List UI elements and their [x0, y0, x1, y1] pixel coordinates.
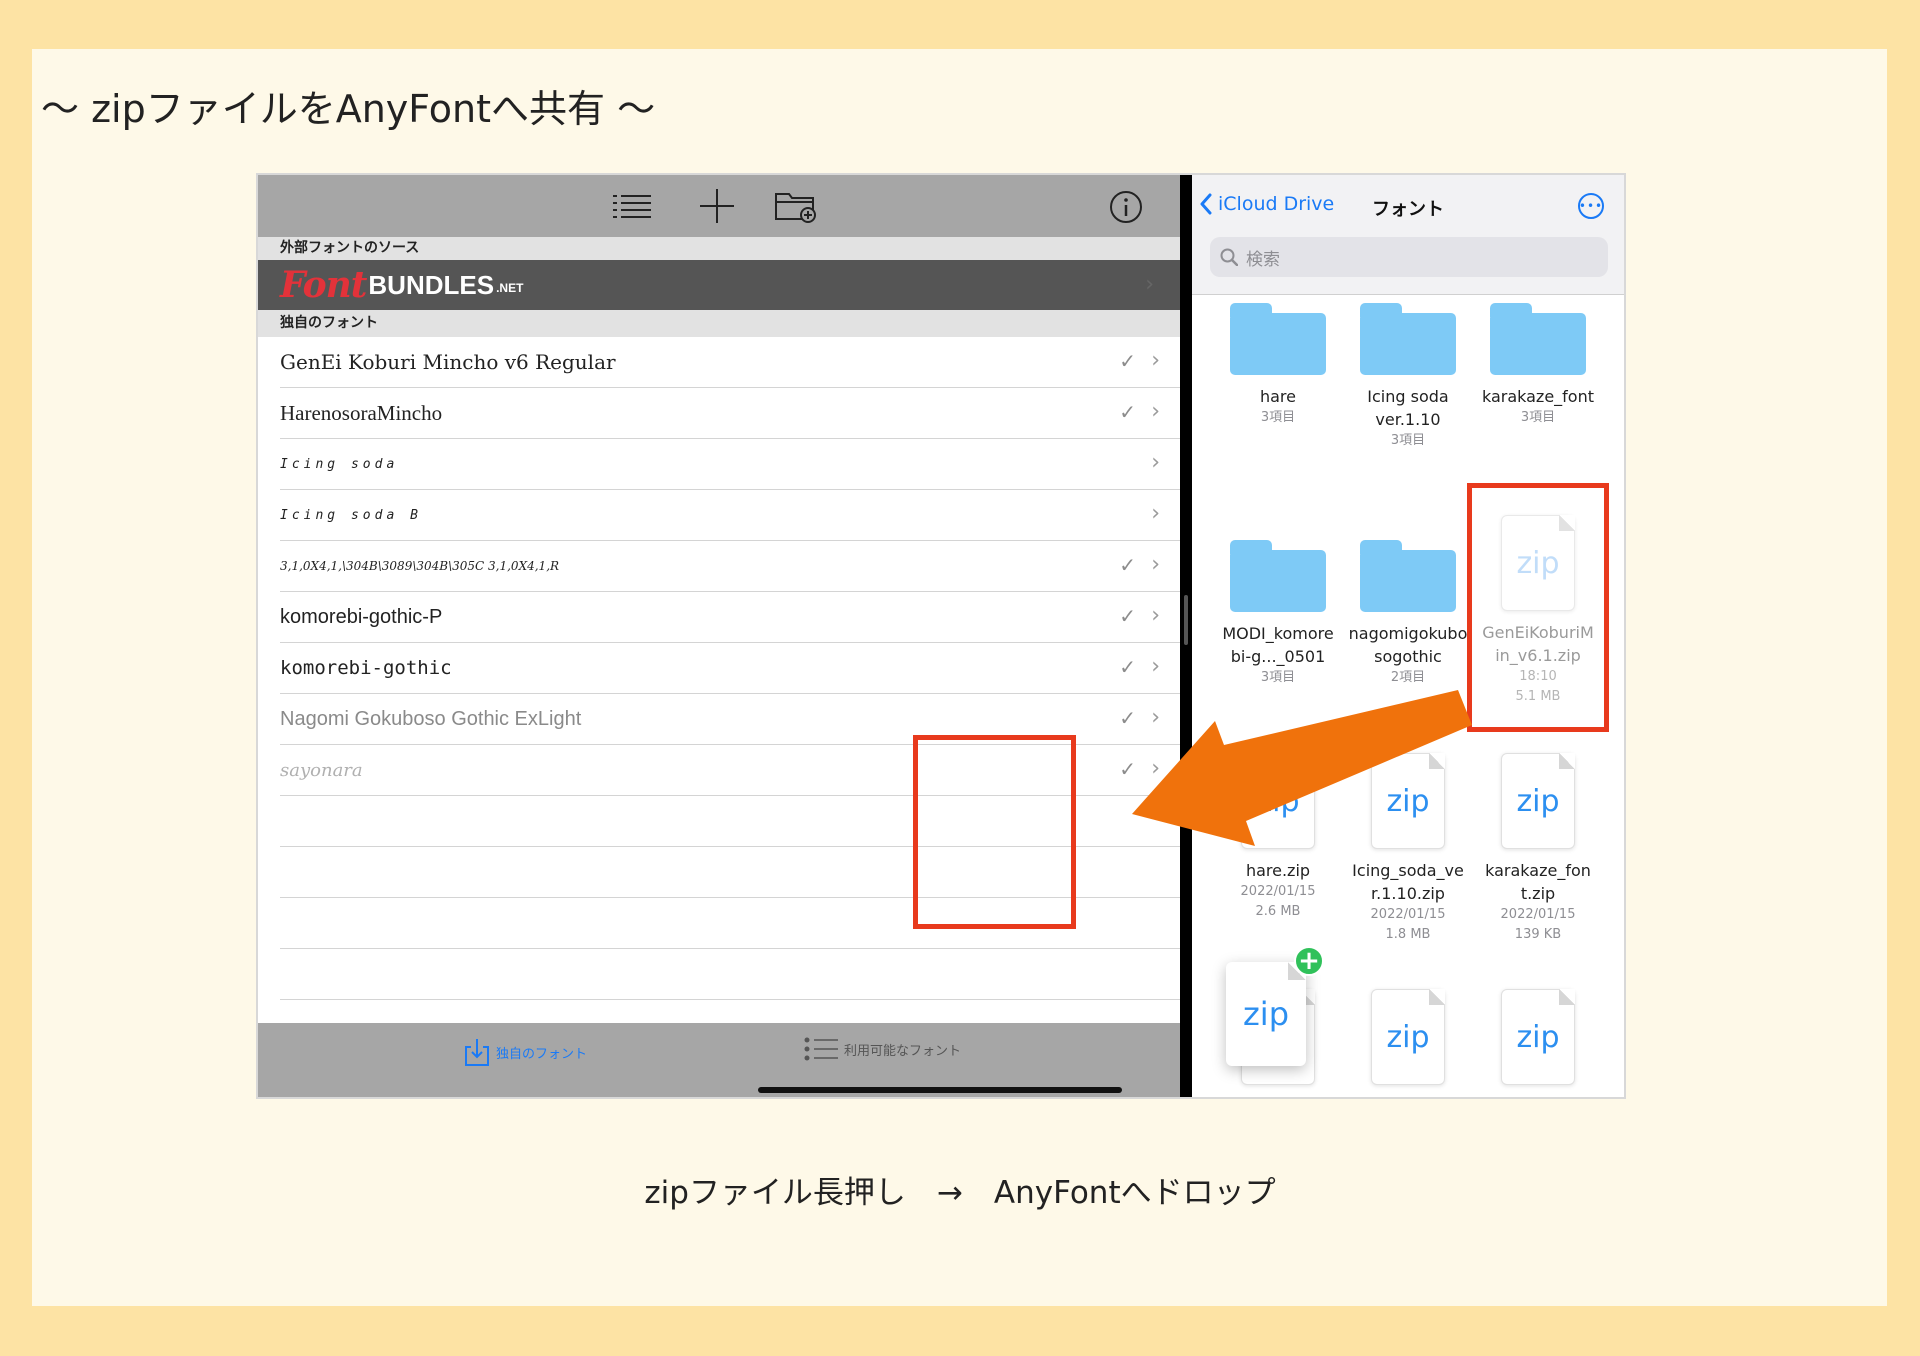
page-title: 〜 zipファイルをAnyFontへ共有 〜	[41, 87, 656, 131]
caption: zipファイル長押し → AnyFontへドロップ	[644, 1175, 1276, 1211]
drag-direction-arrow-icon	[1132, 690, 1472, 846]
ipad-screenshot: 外部フォントのソース Font BUNDLES .NET › 独自のフォント G…	[256, 173, 1626, 1099]
